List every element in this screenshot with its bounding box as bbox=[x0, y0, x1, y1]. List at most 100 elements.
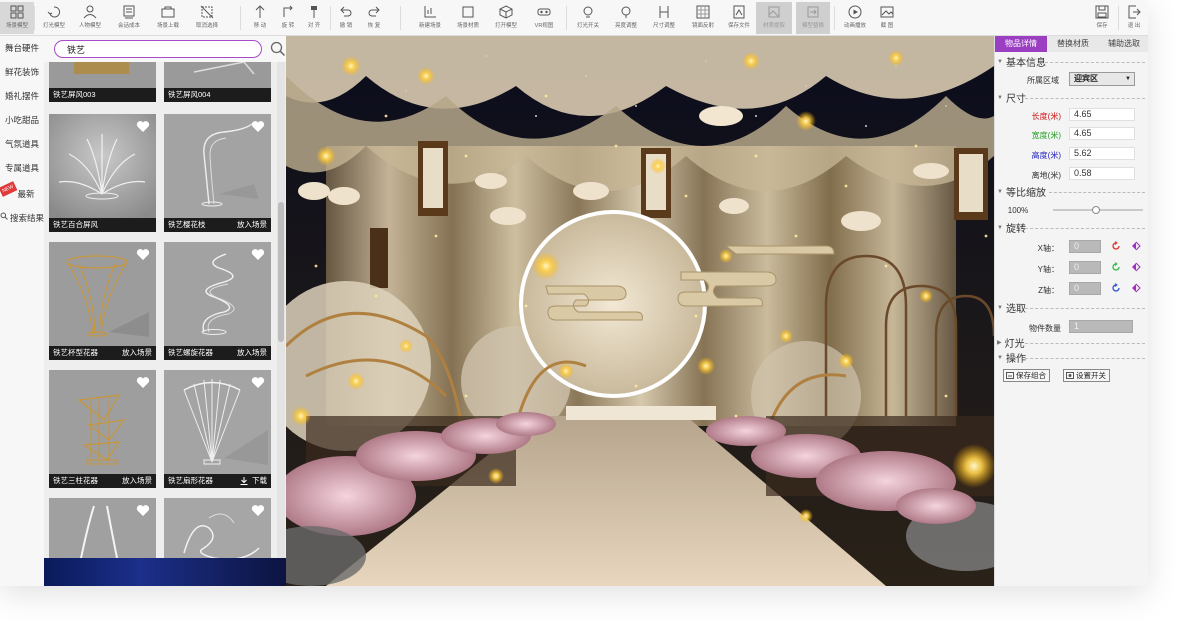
model-action[interactable]: 放入场景 bbox=[122, 346, 152, 360]
length-input[interactable]: 4.65 bbox=[1069, 108, 1135, 121]
rotate-z-icon[interactable] bbox=[1111, 283, 1121, 293]
animation-play-button[interactable]: 动画播放 bbox=[838, 2, 872, 34]
slider-knob[interactable] bbox=[1092, 206, 1101, 214]
scale-slider[interactable] bbox=[1053, 206, 1143, 214]
model-thumbnail bbox=[164, 62, 271, 88]
height-label: 高度(米) bbox=[1031, 151, 1061, 160]
tab-assisted-select[interactable]: 辅助选取 bbox=[1099, 36, 1148, 52]
x-axis-input[interactable]: 0 bbox=[1069, 240, 1101, 253]
section-operations[interactable]: ▼ 操作 bbox=[997, 350, 1026, 365]
favorite-heart-icon[interactable] bbox=[136, 120, 150, 133]
category-exclusive-props[interactable]: 专属道具 bbox=[0, 158, 44, 178]
favorite-heart-icon[interactable] bbox=[251, 120, 265, 133]
model-card[interactable]: 铁艺螺旋花器 放入场景 bbox=[164, 242, 271, 360]
brightness-button[interactable]: 亮度调整 bbox=[610, 2, 642, 34]
save-group-button[interactable]: 保存组合 bbox=[1003, 369, 1050, 382]
download-action[interactable]: 下载 bbox=[240, 474, 267, 488]
disk-icon bbox=[1094, 4, 1110, 20]
person-model-button[interactable]: 人物模型 bbox=[74, 2, 106, 34]
width-input[interactable]: 4.65 bbox=[1069, 127, 1135, 140]
section-select[interactable]: ▼ 选取 bbox=[997, 300, 1026, 315]
panel-tabs: 物品详情 替换材质 辅助选取 bbox=[995, 36, 1148, 52]
flip-x-icon[interactable] bbox=[1131, 241, 1141, 251]
size-adjust-button[interactable]: 尺寸调整 bbox=[648, 2, 680, 34]
light-switch-button[interactable]: 灯光开关 bbox=[572, 2, 604, 34]
z-axis-input[interactable]: 0 bbox=[1069, 282, 1101, 295]
favorite-heart-icon[interactable] bbox=[136, 504, 150, 517]
section-divider bbox=[1025, 308, 1145, 309]
favorite-heart-icon[interactable] bbox=[136, 248, 150, 261]
section-size[interactable]: ▼ 尺寸 bbox=[997, 90, 1026, 105]
save-button[interactable]: 保存 bbox=[1090, 2, 1114, 34]
scene-viewport[interactable] bbox=[286, 36, 994, 586]
search-icon[interactable] bbox=[270, 41, 286, 57]
new-scene-button[interactable]: 新建场景 bbox=[414, 2, 446, 34]
bulb-outline-icon bbox=[618, 4, 634, 20]
model-action[interactable]: 放入场景 bbox=[122, 474, 152, 488]
cost-button[interactable]: 会话成本 bbox=[112, 2, 146, 34]
model-card[interactable]: 铁艺杯型花器 放入场景 bbox=[49, 242, 156, 360]
model-card[interactable]: 铁艺樱花枝 放入场景 bbox=[164, 114, 271, 232]
favorite-heart-icon[interactable] bbox=[251, 376, 265, 389]
move-button[interactable]: 移 动 bbox=[248, 2, 272, 34]
deselect-button[interactable]: 取消选择 bbox=[190, 2, 224, 34]
category-search-results[interactable]: 搜索结果 bbox=[0, 208, 44, 228]
tab-replace-material[interactable]: 替换材质 bbox=[1047, 36, 1099, 52]
tab-item-details[interactable]: 物品详情 bbox=[995, 36, 1047, 52]
set-switch-button[interactable]: 设置开关 bbox=[1063, 369, 1110, 382]
favorite-heart-icon[interactable] bbox=[251, 504, 265, 517]
model-card[interactable] bbox=[164, 498, 271, 558]
category-atmosphere-props[interactable]: 气氛道具 bbox=[0, 134, 44, 154]
model-replace-button[interactable]: 模型替换 bbox=[796, 2, 830, 34]
redo-button[interactable]: 恢 复 bbox=[362, 2, 386, 34]
category-flower-decor[interactable]: 鲜花装饰 bbox=[0, 62, 44, 82]
model-card[interactable]: 铁艺屏风003 bbox=[49, 62, 156, 102]
rotate-x-icon[interactable] bbox=[1111, 241, 1121, 251]
y-axis-input[interactable]: 0 bbox=[1069, 261, 1101, 274]
model-action[interactable]: 放入场景 bbox=[237, 346, 267, 360]
ground-input[interactable]: 0.58 bbox=[1069, 167, 1135, 180]
search-input[interactable] bbox=[54, 40, 262, 58]
model-action[interactable]: 放入场景 bbox=[237, 218, 267, 232]
rotate-button[interactable]: 旋 转 bbox=[276, 2, 300, 34]
grid-scrollbar[interactable] bbox=[277, 62, 285, 558]
category-snacks-desserts[interactable]: 小吃甜品 bbox=[0, 110, 44, 130]
section-basic-info[interactable]: ▼ 基本信息 bbox=[997, 54, 1046, 69]
region-select[interactable]: 迎宾区 ▼ bbox=[1069, 72, 1135, 86]
category-stage-hardware[interactable]: 舞台硬件 bbox=[0, 38, 44, 58]
material-extract-button[interactable]: 材质提取 bbox=[756, 2, 792, 34]
model-card[interactable]: 铁艺百合屏风 bbox=[49, 114, 156, 232]
model-card[interactable]: 铁艺三柱花器 放入场景 bbox=[49, 370, 156, 488]
model-card[interactable]: 铁艺屏风004 bbox=[164, 62, 271, 102]
undo-icon bbox=[338, 4, 354, 20]
mirror-button[interactable]: 镜面反射 bbox=[686, 2, 720, 34]
section-rotate[interactable]: ▼ 旋转 bbox=[997, 220, 1026, 235]
flip-y-icon[interactable] bbox=[1131, 262, 1141, 272]
model-card[interactable] bbox=[49, 498, 156, 558]
favorite-heart-icon[interactable] bbox=[251, 248, 265, 261]
scroll-thumb[interactable] bbox=[278, 202, 284, 342]
model-card[interactable]: 铁艺扇形花器 下载 bbox=[164, 370, 271, 488]
exit-button[interactable]: 退 出 bbox=[1122, 2, 1146, 34]
section-light[interactable]: ▶ 灯光 bbox=[997, 335, 1025, 350]
undo-button[interactable]: 撤 销 bbox=[334, 2, 358, 34]
model-caption: 铁艺屏风004 bbox=[164, 88, 271, 102]
flip-z-icon[interactable] bbox=[1131, 283, 1141, 293]
scene-material-button[interactable]: 场景材质 bbox=[452, 2, 484, 34]
vr-icon bbox=[536, 4, 552, 20]
screenshot-button[interactable]: 截 图 bbox=[874, 2, 900, 34]
section-scale[interactable]: ▼ 等比缩放 bbox=[997, 184, 1046, 199]
align-button[interactable]: 对 齐 bbox=[302, 2, 326, 34]
category-latest[interactable]: NEW 最新 bbox=[0, 181, 44, 204]
model-name: 铁艺樱花枝 bbox=[168, 220, 206, 229]
save-file-button[interactable]: 保存文件 bbox=[724, 2, 754, 34]
upload-button[interactable]: 场景上载 bbox=[152, 2, 184, 34]
favorite-heart-icon[interactable] bbox=[136, 376, 150, 389]
open-model-button[interactable]: 打开模型 bbox=[490, 2, 522, 34]
rotate-y-icon[interactable] bbox=[1111, 262, 1121, 272]
scene-model-button[interactable]: 场景模型 bbox=[0, 2, 34, 34]
lamp-model-button[interactable]: 灯光模型 bbox=[38, 2, 70, 34]
category-wedding-ornaments[interactable]: 婚礼摆件 bbox=[0, 86, 44, 106]
vr-view-button[interactable]: VR视图 bbox=[528, 2, 560, 34]
height-input[interactable]: 5.62 bbox=[1069, 147, 1135, 160]
